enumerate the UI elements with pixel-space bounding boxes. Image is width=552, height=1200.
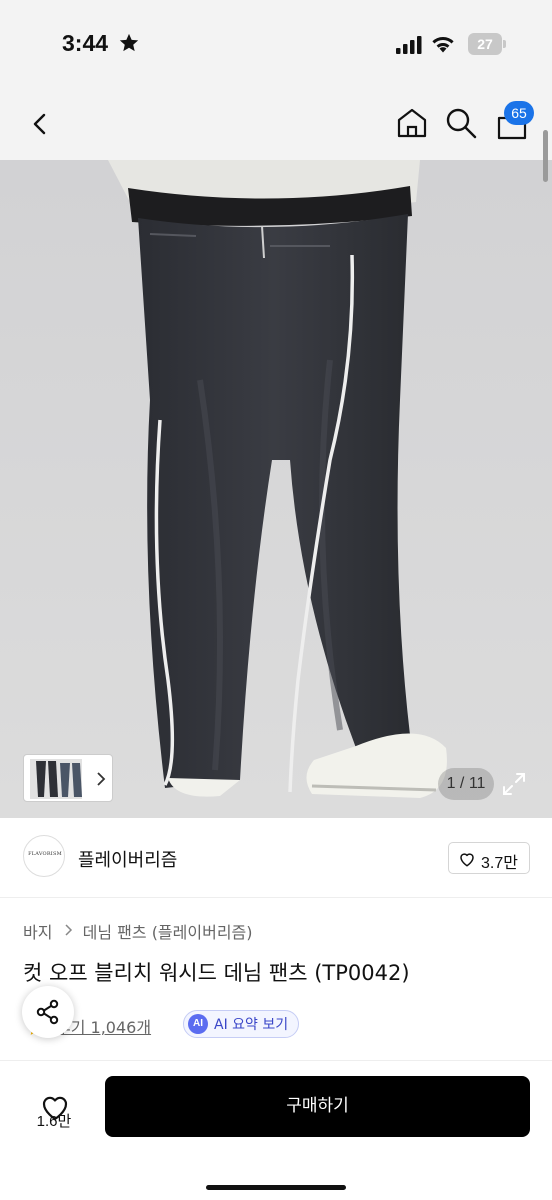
thumbnail-image xyxy=(30,759,106,799)
image-counter: 1 / 11 xyxy=(438,768,494,800)
brand-name[interactable]: 플레이버리즘 xyxy=(78,846,177,872)
product-image[interactable] xyxy=(0,160,552,818)
share-icon xyxy=(36,999,59,1025)
status-time: 3:44 xyxy=(62,30,109,56)
expand-icon[interactable] xyxy=(498,768,530,800)
status-bar: 3:44 27 xyxy=(0,0,552,90)
brand-like-button[interactable]: 3.7만 xyxy=(448,842,530,874)
share-button[interactable] xyxy=(22,986,74,1038)
scroll-indicator xyxy=(543,130,548,182)
ai-icon: AI xyxy=(188,1014,208,1034)
home-indicator xyxy=(206,1185,346,1190)
battery-tip xyxy=(503,40,506,48)
battery-icon: 27 xyxy=(468,33,502,55)
back-arrow-icon[interactable] xyxy=(22,106,58,142)
ai-summary-button[interactable]: AI AI 요약 보기 xyxy=(183,1010,300,1038)
brand-logo[interactable]: FLAVORISM xyxy=(23,835,65,877)
home-icon[interactable] xyxy=(395,106,429,140)
buy-button[interactable]: 구매하기 xyxy=(105,1076,530,1137)
cart-count-badge: 65 xyxy=(504,101,534,125)
product-like-count: 1.6만 xyxy=(36,1113,72,1130)
product-photo xyxy=(0,160,552,818)
brand-row[interactable]: FLAVORISM 플레이버리즘 3.7만 xyxy=(0,818,552,898)
nav-bar xyxy=(0,90,552,160)
breadcrumb-subcategory[interactable]: 데님 팬츠 (플레이버리즘) xyxy=(83,923,253,942)
chevron-right-icon xyxy=(65,923,72,936)
brand-like-count: 3.7만 xyxy=(481,855,518,872)
search-icon[interactable] xyxy=(444,106,478,140)
image-thumbnail-strip[interactable] xyxy=(23,754,113,802)
section-divider xyxy=(0,897,552,898)
battery-level: 27 xyxy=(477,36,493,52)
breadcrumb: 바지 데님 팬츠 (플레이버리즘) xyxy=(23,919,253,943)
ai-summary-label: AI 요약 보기 xyxy=(214,1017,289,1033)
breadcrumb-category[interactable]: 바지 xyxy=(23,923,52,942)
product-title: 컷 오프 블리치 워시드 데님 팬츠 (TP0042) xyxy=(23,961,410,985)
brand-logo-text: FLAVORISM xyxy=(28,851,62,857)
heart-outline-icon xyxy=(460,853,474,867)
wifi-icon xyxy=(432,36,454,53)
star-icon xyxy=(119,33,139,52)
cellular-signal-icon xyxy=(396,36,422,54)
